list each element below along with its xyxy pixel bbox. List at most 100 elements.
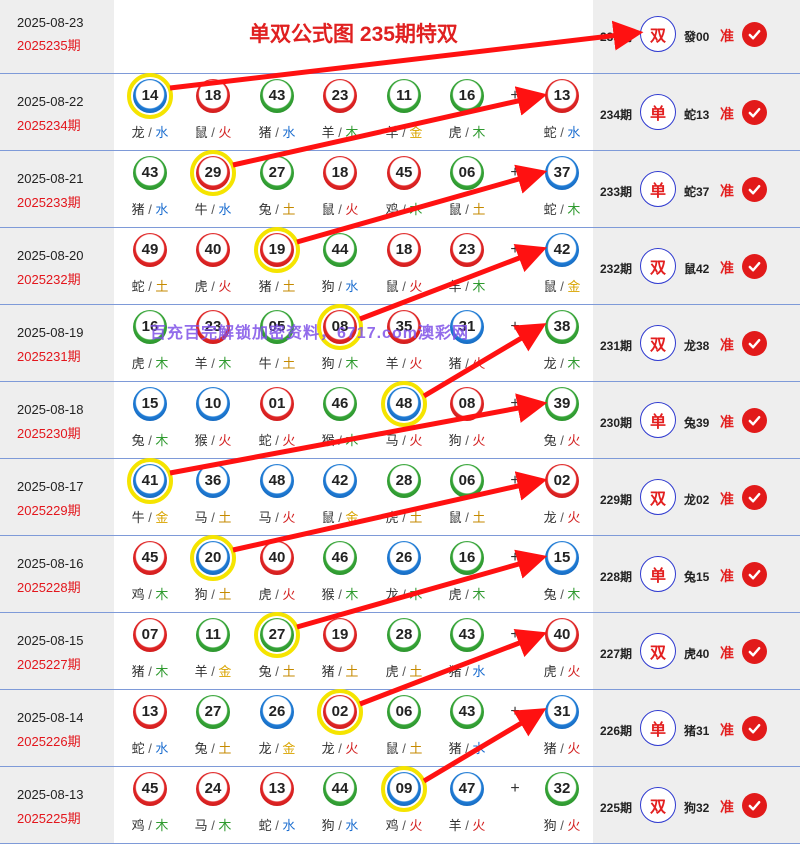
zodiac-text: 兔 bbox=[131, 433, 145, 448]
draw-date: 2025-08-20 bbox=[17, 248, 84, 263]
element-text: 水 bbox=[472, 664, 486, 679]
lottery-ball: 23 bbox=[450, 233, 484, 267]
verdict-label: 准 bbox=[720, 799, 734, 815]
ball-number: 10 bbox=[204, 394, 222, 412]
issue-number: 2025235期 bbox=[17, 38, 81, 53]
lottery-ball: 06 bbox=[387, 695, 421, 729]
element-text: 火 bbox=[282, 587, 296, 602]
zodiac-element-label: 猪 / 火 bbox=[537, 738, 587, 757]
separator-text: / bbox=[271, 433, 283, 448]
zodiac-element-label: 蛇 / 水 bbox=[125, 738, 175, 757]
element-text: 木 bbox=[155, 356, 169, 371]
zodiac-element-label: 猪 / 木 bbox=[125, 661, 175, 680]
result-period: 231期 bbox=[600, 339, 633, 353]
separator-text: / bbox=[334, 664, 346, 679]
zodiac-text: 虎 bbox=[385, 510, 399, 525]
zodiac-text: 狗 bbox=[543, 818, 557, 833]
result-period: 233期 bbox=[600, 185, 633, 199]
separator-text: / bbox=[144, 279, 156, 294]
lottery-ball: 08 bbox=[450, 387, 484, 421]
element-text: 水 bbox=[155, 202, 169, 217]
zodiac-element-label: 狗 / 木 bbox=[315, 353, 365, 372]
separator-text: / bbox=[144, 125, 156, 140]
separator-text: / bbox=[271, 818, 283, 833]
zodiac-element-label: 羊 / 火 bbox=[379, 353, 429, 372]
zodiac-text: 兔 bbox=[258, 202, 272, 217]
element-text: 木 bbox=[218, 356, 232, 371]
date-column: 2025-08-22 2025234期 bbox=[0, 74, 114, 150]
lottery-ball: 46 bbox=[323, 387, 357, 421]
draw-date: 2025-08-21 bbox=[17, 171, 84, 186]
zodiac-element-label: 羊 / 木 bbox=[315, 122, 365, 141]
ball-number: 06 bbox=[458, 471, 476, 489]
zodiac-text: 狗 bbox=[448, 433, 462, 448]
ball-number: 28 bbox=[395, 625, 413, 643]
element-text: 火 bbox=[282, 510, 296, 525]
separator-text: / bbox=[461, 664, 473, 679]
result-period: 226期 bbox=[600, 724, 633, 738]
check-icon bbox=[742, 716, 767, 741]
result-pick: 發00 bbox=[684, 30, 710, 44]
zodiac-element-label: 虎 / 木 bbox=[125, 353, 175, 372]
zodiac-text: 猪 bbox=[321, 664, 335, 679]
ball-number: 46 bbox=[331, 394, 349, 412]
lottery-ball: 18 bbox=[387, 233, 421, 267]
zodiac-text: 鼠 bbox=[194, 125, 208, 140]
zodiac-text: 龙 bbox=[543, 356, 557, 371]
watermark-text: 百充百完解锁加密资料，6717.com澳彩网 bbox=[150, 325, 469, 342]
draw-date: 2025-08-17 bbox=[17, 479, 84, 494]
date-column: 2025-08-21 2025233期 bbox=[0, 151, 114, 227]
zodiac-text: 龙 bbox=[321, 741, 335, 756]
separator-text: / bbox=[334, 279, 346, 294]
zodiac-element-label: 龙 / 火 bbox=[315, 738, 365, 757]
ball-number: 40 bbox=[204, 240, 222, 258]
separator-text: / bbox=[398, 587, 410, 602]
zodiac-text: 羊 bbox=[194, 356, 208, 371]
separator-text: / bbox=[556, 202, 568, 217]
separator-text: / bbox=[334, 818, 346, 833]
zodiac-element-label: 狗 / 水 bbox=[315, 276, 365, 295]
odd-even-badge: 单 bbox=[640, 556, 676, 592]
zodiac-text: 鸡 bbox=[131, 818, 145, 833]
separator-text: / bbox=[461, 741, 473, 756]
issue-number: 2025225期 bbox=[17, 811, 81, 826]
odd-even-badge: 单 bbox=[640, 171, 676, 207]
element-text: 水 bbox=[345, 279, 359, 294]
lottery-ball: 40 bbox=[545, 618, 579, 652]
lottery-ball: 27 bbox=[196, 695, 230, 729]
result-column: 233期单蛇37 准 bbox=[593, 151, 800, 227]
lottery-ball: 13 bbox=[133, 695, 167, 729]
separator-text: / bbox=[144, 510, 156, 525]
element-text: 火 bbox=[472, 356, 486, 371]
zodiac-element-label: 鼠 / 土 bbox=[379, 738, 429, 757]
draw-date: 2025-08-15 bbox=[17, 633, 84, 648]
separator-text: / bbox=[461, 279, 473, 294]
element-text: 土 bbox=[409, 741, 423, 756]
ball-number: 27 bbox=[204, 702, 222, 720]
zodiac-text: 兔 bbox=[543, 433, 557, 448]
zodiac-text: 鼠 bbox=[448, 510, 462, 525]
zodiac-element-label: 猪 / 水 bbox=[252, 122, 302, 141]
zodiac-element-label: 猪 / 水 bbox=[442, 738, 492, 757]
ball-number: 45 bbox=[141, 779, 159, 797]
lottery-ball: 23 bbox=[323, 79, 357, 113]
zodiac-element-label: 猪 / 水 bbox=[442, 661, 492, 680]
separator-text: / bbox=[556, 741, 568, 756]
check-icon bbox=[742, 22, 767, 47]
lottery-ball: 19 bbox=[323, 618, 357, 652]
element-text: 火 bbox=[282, 433, 296, 448]
result-column: 229期双龙02 准 bbox=[593, 459, 800, 535]
element-text: 木 bbox=[345, 125, 359, 140]
zodiac-text: 猪 bbox=[448, 741, 462, 756]
lottery-ball: 15 bbox=[133, 387, 167, 421]
zodiac-element-label: 猴 / 木 bbox=[315, 430, 365, 449]
separator-text: / bbox=[207, 818, 219, 833]
draw-date: 2025-08-23 bbox=[17, 15, 84, 30]
zodiac-element-label: 龙 / 金 bbox=[252, 738, 302, 757]
lottery-ball: 44 bbox=[323, 772, 357, 806]
ball-number: 43 bbox=[458, 702, 476, 720]
zodiac-element-label: 鼠 / 火 bbox=[379, 276, 429, 295]
lottery-ball: 47 bbox=[450, 772, 484, 806]
separator-text: / bbox=[271, 202, 283, 217]
lottery-ball: 13 bbox=[545, 79, 579, 113]
